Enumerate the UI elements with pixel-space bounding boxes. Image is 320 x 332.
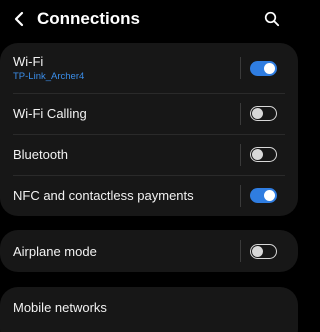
back-button[interactable] <box>9 9 29 29</box>
nfc-toggle[interactable] <box>250 188 277 203</box>
bluetooth-toggle[interactable] <box>250 147 277 162</box>
row-separator <box>240 240 241 262</box>
airplane-group: Airplane mode <box>0 230 298 272</box>
search-icon <box>264 11 280 27</box>
row-separator <box>240 103 241 125</box>
mobile-networks-row[interactable]: Mobile networks <box>0 287 298 332</box>
row-separator <box>240 144 241 166</box>
airplane-mode-label: Airplane mode <box>13 244 97 259</box>
row-separator <box>240 185 241 207</box>
wifi-calling-label: Wi-Fi Calling <box>13 106 87 121</box>
toggle-knob <box>251 148 263 160</box>
airplane-mode-toggle[interactable] <box>250 244 277 259</box>
wifi-calling-toggle[interactable] <box>250 106 277 121</box>
connections-screen: Connections Wi-Fi TP-Link_Archer4 Wi-Fi … <box>0 0 298 332</box>
toggle-knob <box>251 245 263 257</box>
airplane-mode-row[interactable]: Airplane mode <box>0 230 298 272</box>
toggle-knob <box>251 107 263 119</box>
nfc-label: NFC and contactless payments <box>13 188 194 203</box>
wifi-network-name: TP-Link_Archer4 <box>13 71 85 82</box>
page-title: Connections <box>37 9 140 28</box>
mobile-group: Mobile networks <box>0 287 298 332</box>
search-button[interactable] <box>263 10 281 28</box>
mobile-networks-label: Mobile networks <box>13 300 107 315</box>
wifi-row[interactable]: Wi-Fi TP-Link_Archer4 <box>0 43 298 93</box>
toggle-knob <box>264 63 275 74</box>
connections-group-main: Wi-Fi TP-Link_Archer4 Wi-Fi Calling Blue… <box>0 43 298 216</box>
bluetooth-row[interactable]: Bluetooth <box>0 135 298 175</box>
wifi-calling-row[interactable]: Wi-Fi Calling <box>0 94 298 134</box>
row-separator <box>240 57 241 79</box>
nfc-row[interactable]: NFC and contactless payments <box>0 176 298 216</box>
bluetooth-label: Bluetooth <box>13 147 68 162</box>
app-bar: Connections <box>0 0 298 40</box>
wifi-label: Wi-Fi <box>13 54 44 69</box>
toggle-knob <box>264 190 275 201</box>
chevron-left-icon <box>14 11 24 27</box>
wifi-toggle[interactable] <box>250 61 277 76</box>
